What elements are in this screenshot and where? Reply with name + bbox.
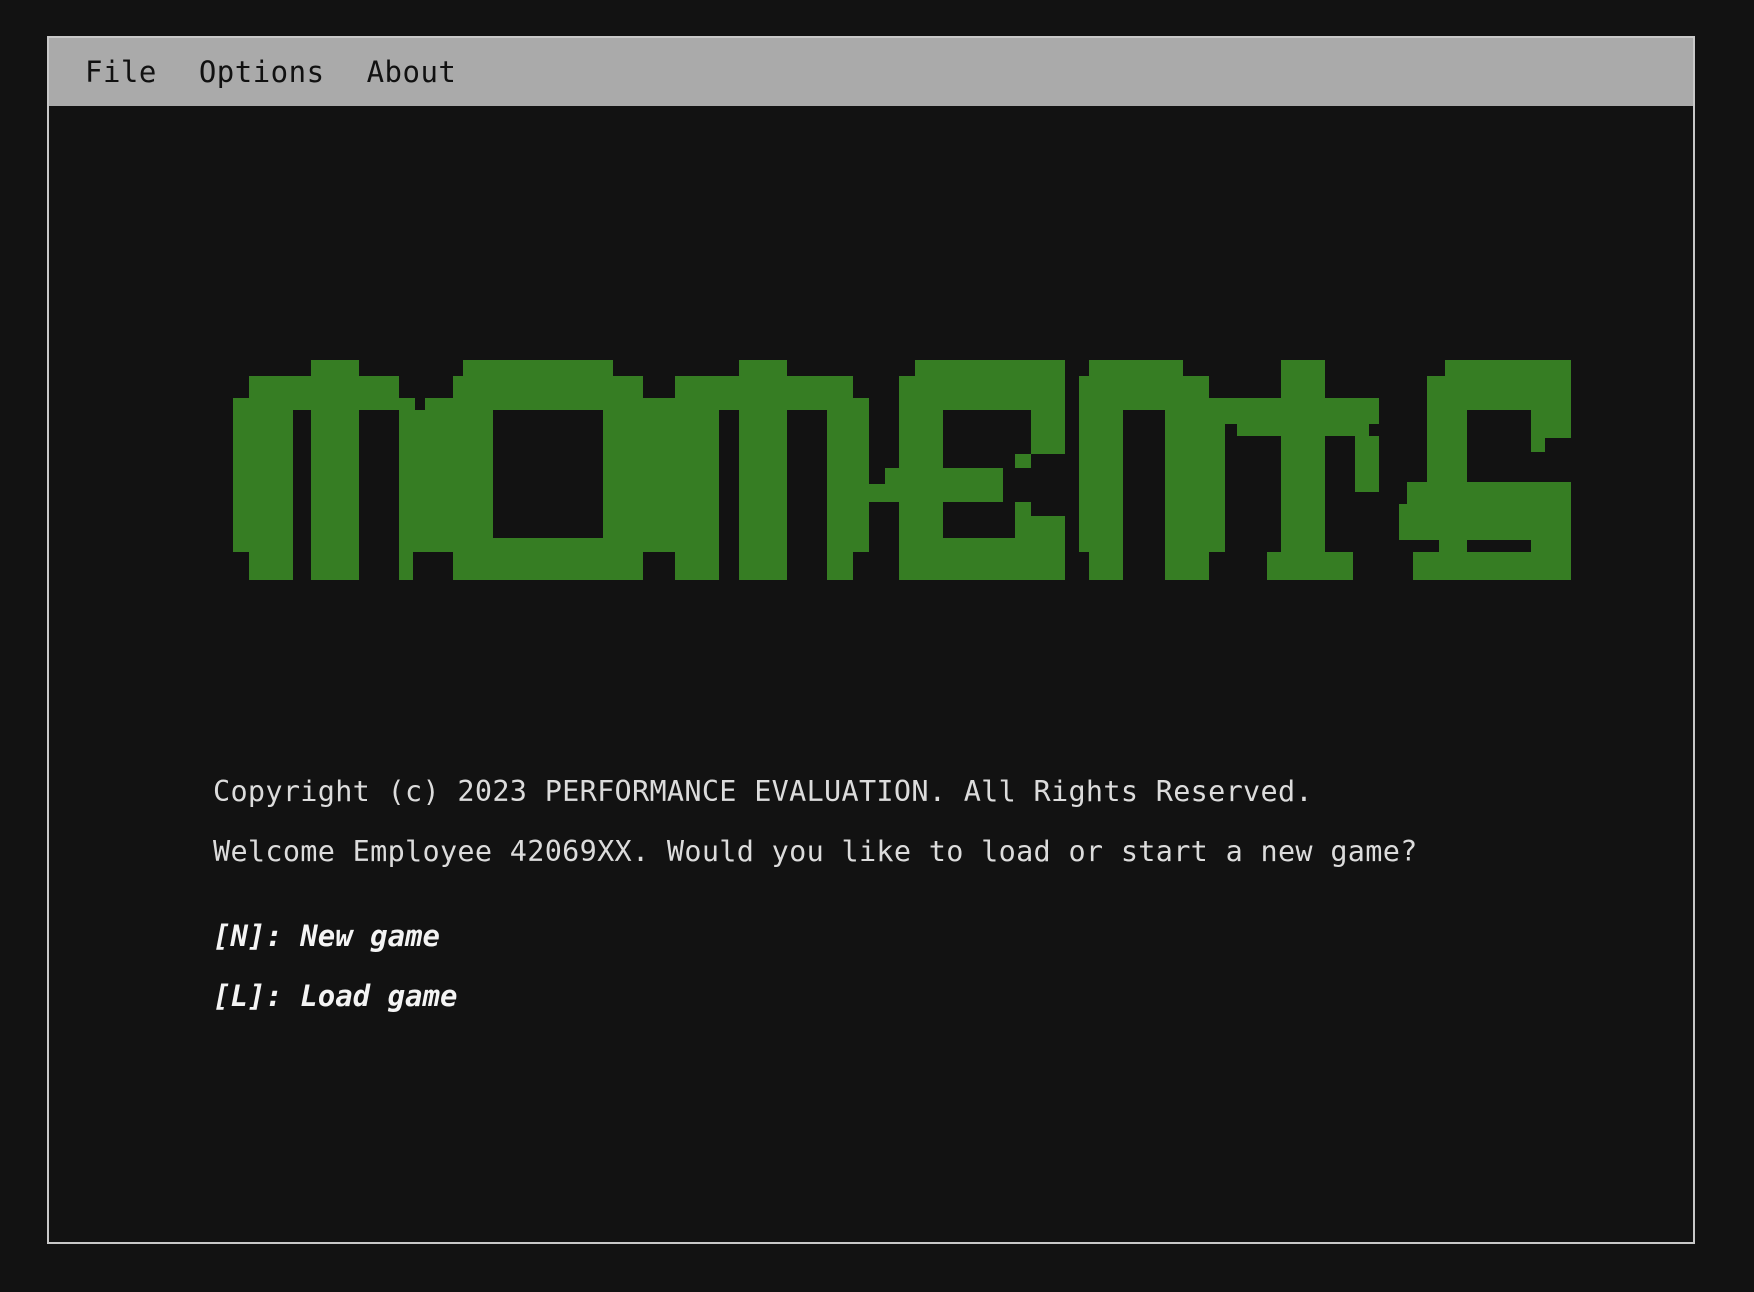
new-game-option[interactable]: [N]: New game [213,919,440,953]
logo-letter-m [233,360,439,580]
logo-letter-t [1225,360,1379,580]
copyright-text: Copyright (c) 2023 PERFORMANCE EVALUATIO… [213,775,1313,808]
game-window: File Options About Copyright (c) 2023 PE… [47,36,1695,1244]
logo-letter-s [1399,360,1571,580]
logo-letter-o [435,360,661,580]
game-title-logo [233,360,1571,580]
logo-letter-e [869,360,1065,580]
load-game-option[interactable]: [L]: Load game [213,979,457,1013]
logo-letter-n [1079,360,1225,580]
welcome-prompt: Welcome Employee 42069XX. Would you like… [213,835,1418,868]
logo-letter-m2 [657,360,869,580]
logo-letters [233,360,1571,580]
